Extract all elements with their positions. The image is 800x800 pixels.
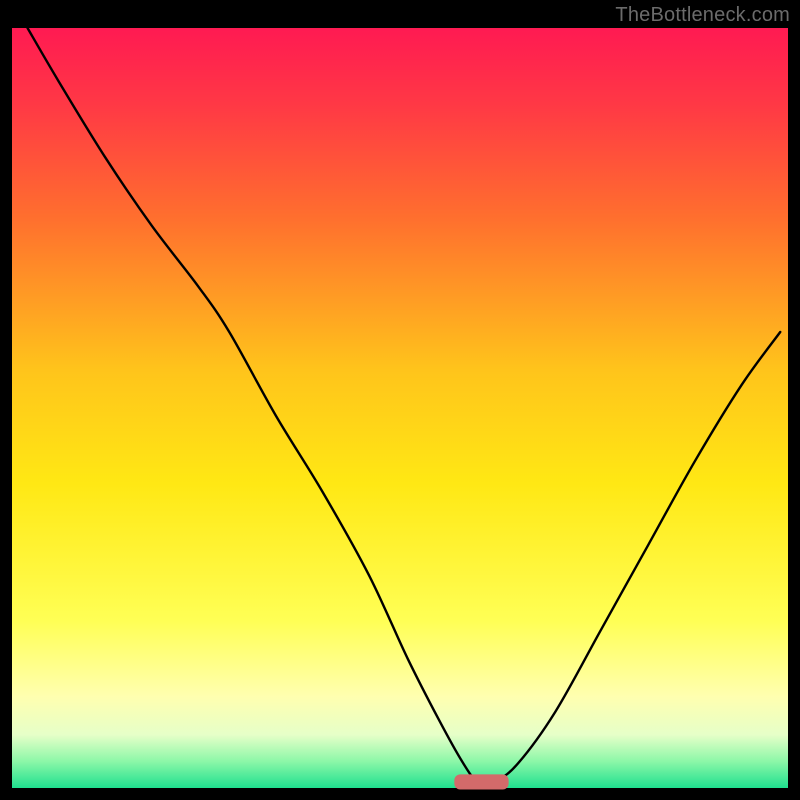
gradient-background — [12, 28, 788, 788]
watermark-text: TheBottleneck.com — [615, 4, 790, 27]
optimal-range-marker — [454, 774, 508, 789]
bottleneck-chart — [0, 0, 800, 800]
chart-frame: TheBottleneck.com — [0, 0, 800, 800]
